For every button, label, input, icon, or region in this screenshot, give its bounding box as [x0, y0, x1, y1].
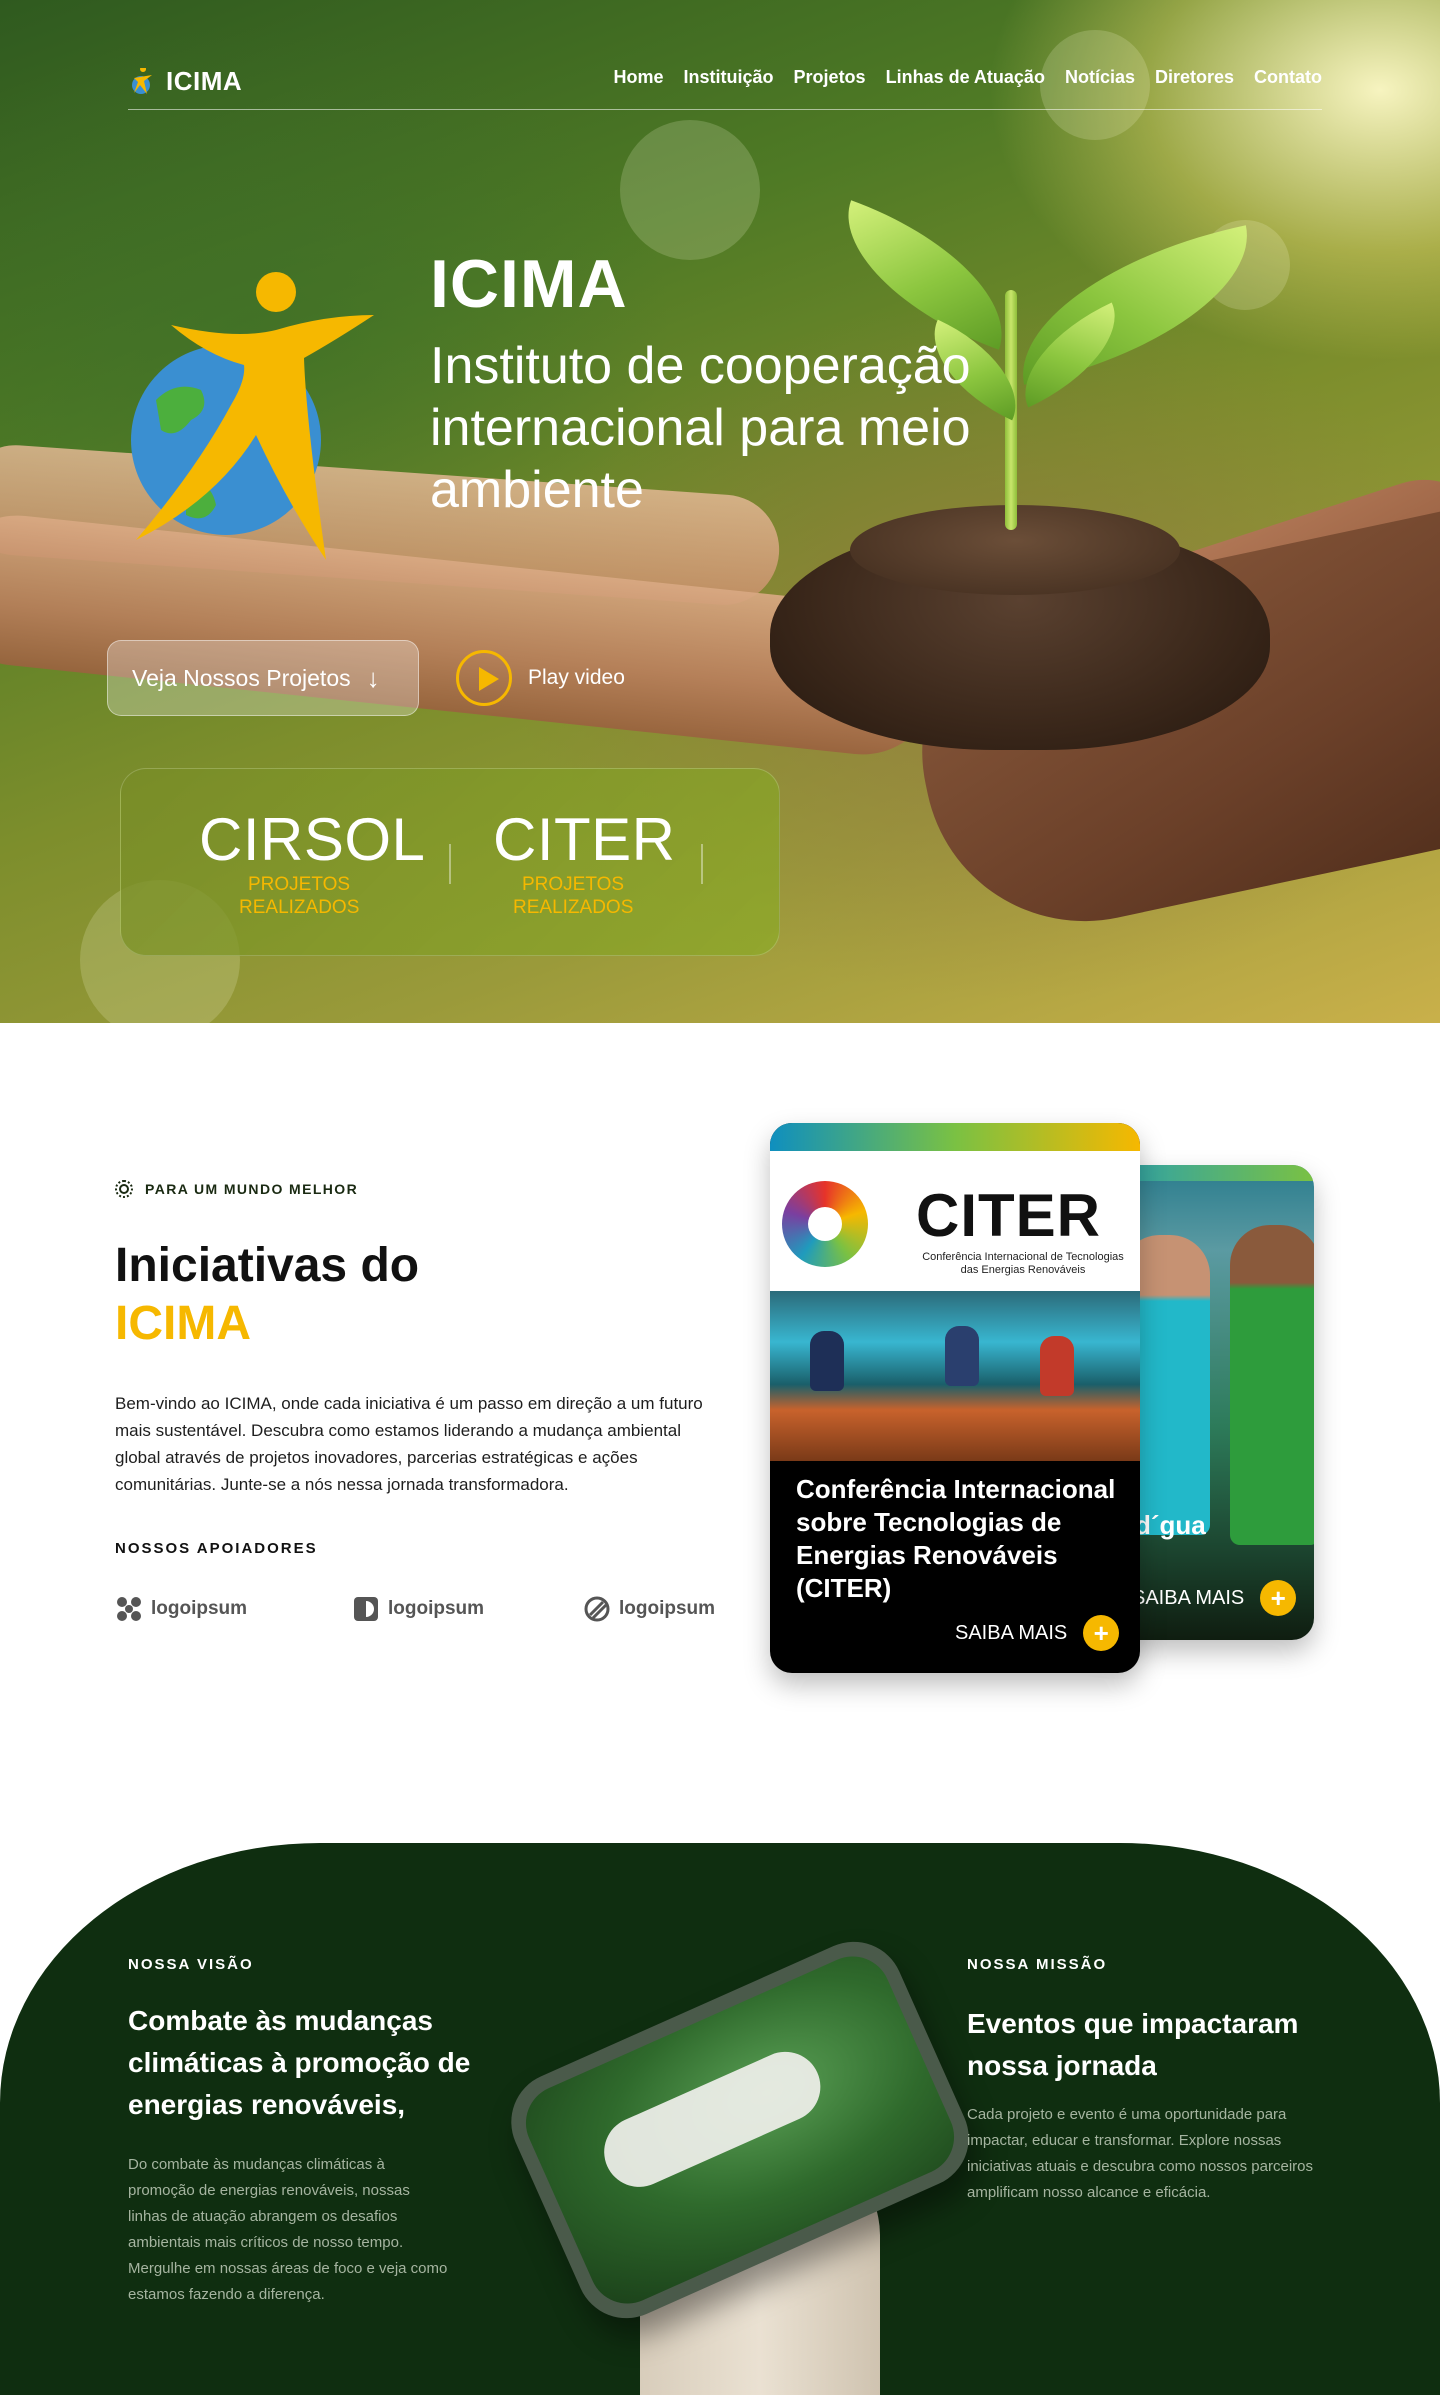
- vision-title: Combate às mudanças climáticas à promoçã…: [128, 2005, 471, 2120]
- brand-name: ICIMA: [166, 66, 243, 96]
- logoipsum-flower-icon: [115, 1595, 143, 1623]
- supporter-logo[interactable]: logoipsum: [115, 1595, 247, 1623]
- supporter-logo[interactable]: logoipsum: [352, 1595, 484, 1623]
- nav-instituicao[interactable]: Instituição: [684, 67, 774, 88]
- panelist: [1040, 1336, 1074, 1396]
- phone-illustration: [495, 1925, 985, 2395]
- stat-divider: [449, 844, 451, 884]
- initiatives-title-accent: ICIMA: [115, 1297, 251, 1350]
- stat-label: PROJETOS REALIZADOS: [239, 874, 360, 918]
- card-title: Conferência Internacional sobre Tecnolog…: [796, 1474, 1116, 1603]
- see-projects-label: Veja Nossos Projetos: [132, 664, 351, 691]
- arrow-down-icon: ↓: [366, 662, 380, 693]
- initiatives-body: Bem-vindo ao ICIMA, onde cada iniciativa…: [115, 1394, 703, 1494]
- top-nav: ICIMA Home Instituição Projetos Linhas d…: [128, 60, 1322, 110]
- eyebrow-text: PARA UM MUNDO MELHOR: [145, 1181, 359, 1197]
- vision-label: NOSSA VISÃO: [128, 1956, 254, 1973]
- card-color-band: [770, 1123, 1140, 1151]
- nav-home[interactable]: Home: [614, 67, 664, 88]
- logoipsum-half-circle-icon: [352, 1595, 380, 1623]
- cta-label: SAIBA MAIS: [1132, 1586, 1245, 1609]
- stat-name: CIRSOL: [199, 806, 426, 873]
- icima-logo-icon: [128, 65, 156, 96]
- stat-label: PROJETOS REALIZADOS: [513, 874, 634, 918]
- play-video-label: Play video: [528, 666, 625, 689]
- icima-hero-logo-icon: [126, 270, 376, 560]
- mission-title: Eventos que impactaram nossa jornada: [967, 2008, 1299, 2081]
- stat-divider: [701, 844, 703, 884]
- play-icon: [456, 650, 512, 706]
- nav-contato[interactable]: Contato: [1254, 67, 1322, 88]
- plus-icon: +: [1083, 1615, 1120, 1651]
- supporter-logo[interactable]: logoipsum: [583, 1595, 715, 1623]
- cta-label: SAIBA MAIS: [955, 1621, 1068, 1644]
- vision-body: Do combate às mudanças climáticas à prom…: [128, 2156, 448, 2303]
- see-projects-button[interactable]: Veja Nossos Projetos ↓: [107, 640, 419, 716]
- nav-projetos[interactable]: Projetos: [794, 67, 866, 88]
- sprout-leaf: [820, 200, 1030, 350]
- phone-pill: [592, 2040, 832, 2199]
- supporter-name: logoipsum: [619, 1598, 716, 1619]
- supporters-title: NOSSOS APOIADORES: [115, 1540, 318, 1557]
- plus-icon: +: [1260, 1580, 1297, 1616]
- sun-icon: [115, 1180, 133, 1198]
- stat-name: CITER: [493, 806, 676, 873]
- supporter-name: logoipsum: [151, 1598, 248, 1619]
- supporter-name: logoipsum: [388, 1598, 485, 1619]
- hero-section: ICIMA Home Instituição Projetos Linhas d…: [0, 0, 1440, 1023]
- mission-body: Cada projeto e evento é uma oportunidade…: [967, 2106, 1314, 2201]
- stat-citer: CITER PROJETOS REALIZADOS: [493, 806, 676, 919]
- stats-panel: CIRSOL PROJETOS REALIZADOS CITER PROJETO…: [120, 768, 780, 956]
- hero-subtitle: Instituto de cooperação internacional pa…: [430, 337, 971, 519]
- supporters-logos: logoipsum logoipsum logoipsum: [115, 1595, 715, 1631]
- initiatives-title: Iniciativas do: [115, 1239, 420, 1292]
- citer-logo-icon: [782, 1181, 868, 1267]
- nav-noticias[interactable]: Notícias: [1065, 67, 1135, 88]
- nav-diretores[interactable]: Diretores: [1155, 67, 1234, 88]
- panelist: [810, 1331, 844, 1391]
- volunteer-photo: [1230, 1225, 1314, 1545]
- main-menu: Home Instituição Projetos Linhas de Atua…: [614, 67, 1322, 88]
- bokeh-light: [620, 120, 760, 260]
- citer-logo-word: CITER: [916, 1182, 1101, 1249]
- brand[interactable]: ICIMA: [128, 65, 243, 97]
- card-title: d´gua: [1135, 1510, 1206, 1540]
- nav-linhas-de-atuacao[interactable]: Linhas de Atuação: [886, 67, 1045, 88]
- mission-label: NOSSA MISSÃO: [967, 1956, 1108, 1973]
- stat-cirsol: CIRSOL PROJETOS REALIZADOS: [199, 806, 426, 919]
- conference-photo: [770, 1291, 1140, 1461]
- citer-header: CITER Conferência Internacional de Tecno…: [770, 1151, 1140, 1291]
- citer-logo-caption: Conferência Internacional de Tecnologias…: [922, 1251, 1124, 1276]
- card-water-cta[interactable]: SAIBA MAIS +: [1132, 1580, 1297, 1616]
- logoipsum-ring-icon: [583, 1595, 611, 1623]
- panelist: [945, 1326, 979, 1386]
- hero-title: ICIMA: [430, 246, 628, 322]
- initiatives-eyebrow: PARA UM MUNDO MELHOR: [115, 1180, 358, 1198]
- card-citer-cta[interactable]: SAIBA MAIS +: [955, 1615, 1120, 1651]
- play-video-button[interactable]: Play video: [456, 650, 625, 706]
- phone-screen: [513, 1944, 967, 2316]
- initiative-card-citer[interactable]: CITER Conferência Internacional de Tecno…: [770, 1123, 1140, 1673]
